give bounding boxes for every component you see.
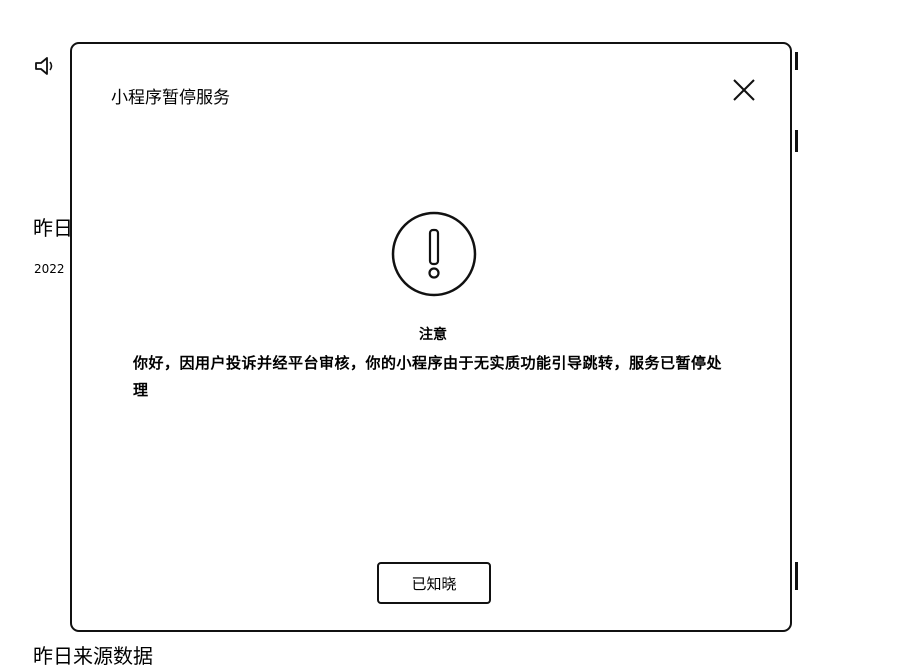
date-fragment: 2022 xyxy=(34,262,65,276)
exclamation-circle-icon xyxy=(391,211,477,297)
background-edge-top xyxy=(795,52,798,70)
speaker-icon[interactable] xyxy=(34,56,56,76)
source-data-heading: 昨日来源数据 xyxy=(33,644,153,668)
close-icon[interactable] xyxy=(730,76,758,104)
background-edge-lower xyxy=(795,562,798,590)
yesterday-heading: 昨日 xyxy=(33,216,73,240)
dialog-title: 小程序暂停服务 xyxy=(111,88,230,108)
notice-heading: 注意 xyxy=(419,327,447,343)
service-suspended-dialog: 小程序暂停服务 注意 你好，因用户投诉并经平台审核，你的小程序由于无实质功能引导… xyxy=(70,42,792,632)
notice-message: 你好，因用户投诉并经平台审核，你的小程序由于无实质功能引导跳转，服务已暂停处理 xyxy=(133,354,723,399)
acknowledge-button[interactable]: 已知晓 xyxy=(377,562,491,604)
background-edge-upper xyxy=(795,130,798,152)
